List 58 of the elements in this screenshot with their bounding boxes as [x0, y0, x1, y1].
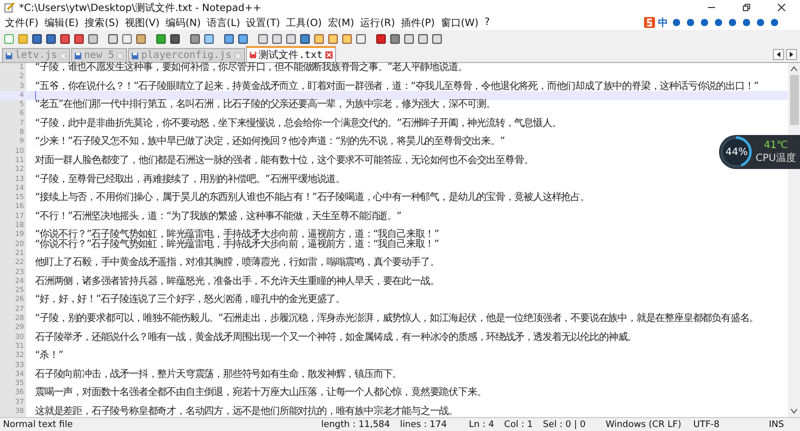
text-line: 石子陵举矛，还能说什么？唯有一战，黄金战矛周围出现一个又一个神符，如金属铸成，有一种冰冷的质感，环绕战矛，透发着无以伦比的神威。 [35, 332, 637, 342]
line-ending: Windows (CR LF) [604, 420, 682, 430]
text-line: “五爷，你在说什么？！”石子陵眼睛立了起来，持黄金战矛而立，盯着对面一群强者，道：“夺我儿至尊骨，令他退化将死，而他们却成了族中的脊梁，这种话亏你说的出口！” [35, 82, 758, 91]
cpu-usage-value: 44% [724, 146, 749, 158]
insert-mode: INS [768, 420, 784, 430]
menu-item[interactable]: 语言(L) [204, 16, 244, 30]
document-length: length : 11,584 [321, 420, 390, 430]
menu-item[interactable]: 编辑(E) [42, 16, 82, 30]
cpu-usage-gauge [718, 135, 753, 169]
file-tab[interactable]: 测试文件.txt [246, 46, 336, 62]
selection-info: Sel : 0 | 0 [542, 420, 586, 430]
cursor-line: Ln : 4 [468, 420, 494, 430]
close-tab-icon[interactable] [324, 51, 333, 59]
file-type: Normal text file [2, 420, 74, 430]
menu-item[interactable]: 视图(V) [122, 16, 162, 30]
scroll-left-icon[interactable] [773, 49, 784, 60]
text-line: 震喝一声，对面数十名强者全都不由自主倒退，宛若十万座大山压落，让每一个人都心惊，竟然要跪伏下来。 [35, 388, 486, 398]
text-line: 他盯上了石毅，手中黄金战矛遥指，对准其胸膛，喷薄霞光，行如雷，嗡嗡震鸣，真个要动手了。 [35, 258, 440, 268]
menu-item[interactable]: 插件(P) [398, 16, 438, 30]
text-line: “子陵，别的要求都可以，唯独不能伤毅儿。”石洲走出，步履沉稳，浑身赤光澎湃，威势惊人，如江海起伏，他是一位绝顶强者，不要说在族中，就是在整座皇都都负有盛名。 [35, 314, 759, 324]
cursor-column: Col : 1 [504, 420, 533, 430]
menu-item[interactable]: 搜索(S) [82, 16, 122, 30]
temperature-label: CPU温度 [756, 152, 796, 164]
input-mode[interactable]: 中 [658, 16, 668, 30]
scroll-right-icon[interactable] [786, 49, 797, 60]
menu-item[interactable]: 编码(N) [162, 16, 204, 30]
menu-item[interactable]: 设置(T) [243, 16, 284, 30]
scroll-up-icon[interactable] [790, 65, 798, 73]
temperature-value: 41℃ [764, 140, 788, 150]
menu-item[interactable]: 工具(O) [283, 16, 325, 30]
text-line: 石子陵向前冲击，战矛一抖，整片天穹震荡，那些符号如有生命，散发神辉，镇压而下。 [35, 370, 402, 380]
menu-item[interactable]: 运行(R) [357, 16, 398, 30]
text-line: “接续上与否，不用你们操心，属于昊儿的东西别人谁也不能占有！”石子陵喝道，心中有一种郁气，是幼儿的宝骨，竟被人这样抢占。 [35, 193, 590, 202]
text-cursor [35, 91, 36, 100]
text-line: “好，好，好！”石子陵连说了三个好字，怒火汹涌，瞳孔中的金光更盛了。 [35, 295, 345, 305]
text-line: “子陵，谁也不愿发生这种事，要如何补偿，你尽管开口，但不能做断我族脊骨之事。”老人平静地说道。 [35, 63, 468, 72]
menu-item[interactable]: 宏(M) [324, 16, 358, 30]
text-line: “子陵，此中是非曲折先莫论，你不要动怒，坐下来慢慢说，总会给你一个满意交代的。”石洲眸子开阖，神光流转，气息慑人。 [35, 118, 562, 128]
text-line: 石洲两侧，诸多强者皆持兵器，眸蕴怒光，准备出手，不允许天生重瞳的神人早夭，要在此一战。 [35, 276, 440, 286]
scrollbar-thumb[interactable] [790, 75, 798, 125]
window-title: *C:\Users\ytw\Desktop\测试文件.txt - Notepad++ [19, 2, 262, 14]
text-line: “老五”在他们那一代中排行第五，名叫石洲，比石子陵的父亲还要高一辈，为族中宗老，修为强大，深不可测。 [35, 100, 496, 110]
text-line: “你说不行？”石子陵气势如虹，眸光蕴雷电，手持战矛大步向前，逼视前方，道：“我自己来取！” [35, 240, 439, 249]
restore-icon[interactable] [742, 3, 751, 12]
text-line: “杀！” [35, 351, 63, 360]
text-line: 这就是差距，石子陵号称皇都奇才，名动四方，远不是他们所能对抗的，唯有族中宗老才能与之一战。 [35, 406, 458, 416]
text-line: 对面一群人脸色都变了，他们都是石洲这一脉的强者，能有数十位，这个要求不可能答应，无论如何也不会交出至尊骨。 [35, 156, 534, 166]
menu-item[interactable]: ? [482, 17, 493, 28]
text-line: “子陵，至尊骨已经取出，再难接续了，用别的补偿吧。”石洲平缓地说道。 [35, 174, 345, 184]
menu-item[interactable]: 文件(F) [2, 16, 42, 30]
text-line: “不行！”石洲坚决地摇头，道：“为了我族的繁盛，这种事不能做，天生至尊不能消逝。” [35, 212, 402, 222]
menu-item[interactable]: 窗口(W) [438, 16, 482, 30]
text-line: “你说不行？”石子陵气势如虹，眸光蕴雷电，手持战矛大步向前，逼视前方，道：“我自己来取！” [35, 230, 439, 240]
line-count: lines : 174 [400, 420, 447, 430]
scroll-down-icon[interactable] [790, 407, 798, 415]
input-method-logo-icon[interactable] [644, 17, 655, 28]
text-line: “少来！”石子陵又怎不知，族中早已做了决定，还如何挽回？他冷声道：“别的先不说，将昊儿的至尊骨交出来。” [35, 137, 505, 147]
encoding: UTF-8 [693, 420, 720, 430]
